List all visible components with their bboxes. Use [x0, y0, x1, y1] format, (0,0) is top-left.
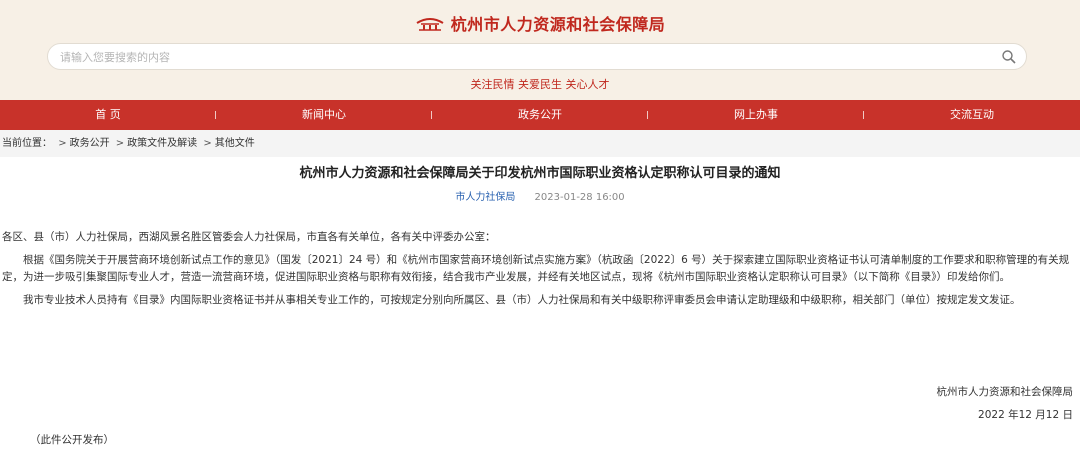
main-nav: 首 页 新闻中心 政务公开 网上办事 交流互动 [0, 100, 1080, 130]
article-paragraph: 我市专业技术人员持有《目录》内国际职业资格证书并从事相关专业工作的，可按规定分别… [23, 294, 1021, 306]
nav-item-label: 网上办事 [734, 108, 778, 121]
article-title: 杭州市人力资源和社会保障局关于印发杭州市国际职业资格认定职称认可目录的通知 [299, 166, 781, 181]
breadcrumb-separator: > [203, 138, 212, 149]
breadcrumb-label: 当前位置： [2, 138, 52, 149]
breadcrumb: 当前位置： > 政务公开 > 政策文件及解读 > 其他文件 [0, 130, 1080, 157]
nav-item-label: 政务公开 [518, 108, 562, 121]
article-body: 各区、县（市）人力社保局，西湖风景名胜区管委会人力社保局，市直各有关单位，各有关… [2, 229, 1076, 309]
article-source[interactable]: 市人力社保局 [455, 192, 515, 203]
site-title[interactable]: 杭州市人力资源和社会保障局 [451, 11, 666, 35]
article-meta: 市人力社保局 2023-01-28 16:00 [0, 188, 1080, 203]
search-bar [47, 43, 1027, 70]
nav-item-label: 首 页 [95, 108, 121, 121]
article-date: 2023-01-28 16:00 [534, 192, 625, 203]
article-paragraph: 根据《国务院关于开展营商环境创新试点工作的意见》（国发〔2021〕24 号）和《… [2, 254, 1070, 283]
breadcrumb-separator: > [58, 138, 67, 149]
nav-item-label: 交流互动 [950, 108, 994, 121]
site-header: 杭州市人力资源和社会保障局 关注民情 关爱民生 关心人才 [0, 0, 1080, 100]
signature-organization: 杭州市人力资源和社会保障局 [936, 386, 1074, 398]
city-emblem-icon [415, 14, 445, 32]
breadcrumb-link-government-affairs[interactable]: 政务公开 [70, 138, 110, 149]
breadcrumb-link-other-documents[interactable]: 其他文件 [215, 138, 255, 149]
nav-item-government-affairs[interactable]: 政务公开 [432, 100, 648, 130]
signature-date: 2022 年12 月12 日 [978, 409, 1073, 421]
article-paragraph: 各区、县（市）人力社保局，西湖风景名胜区管委会人力社保局，市直各有关单位，各有关… [2, 231, 496, 243]
breadcrumb-link-policy-documents[interactable]: 政策文件及解读 [127, 138, 197, 149]
slogan: 关注民情 关爱民生 关心人才 [470, 78, 610, 91]
search-input[interactable] [60, 48, 980, 66]
search-icon[interactable] [1001, 49, 1017, 65]
breadcrumb-separator: > [115, 138, 125, 149]
nav-item-label: 新闻中心 [302, 108, 346, 121]
nav-item-interaction[interactable]: 交流互动 [864, 100, 1080, 130]
publication-note: （此件公开发布） [30, 434, 114, 446]
nav-item-news[interactable]: 新闻中心 [216, 100, 432, 130]
nav-item-home[interactable]: 首 页 [0, 100, 216, 130]
logo-row: 杭州市人力资源和社会保障局 [0, 11, 1080, 35]
nav-item-online-services[interactable]: 网上办事 [648, 100, 864, 130]
